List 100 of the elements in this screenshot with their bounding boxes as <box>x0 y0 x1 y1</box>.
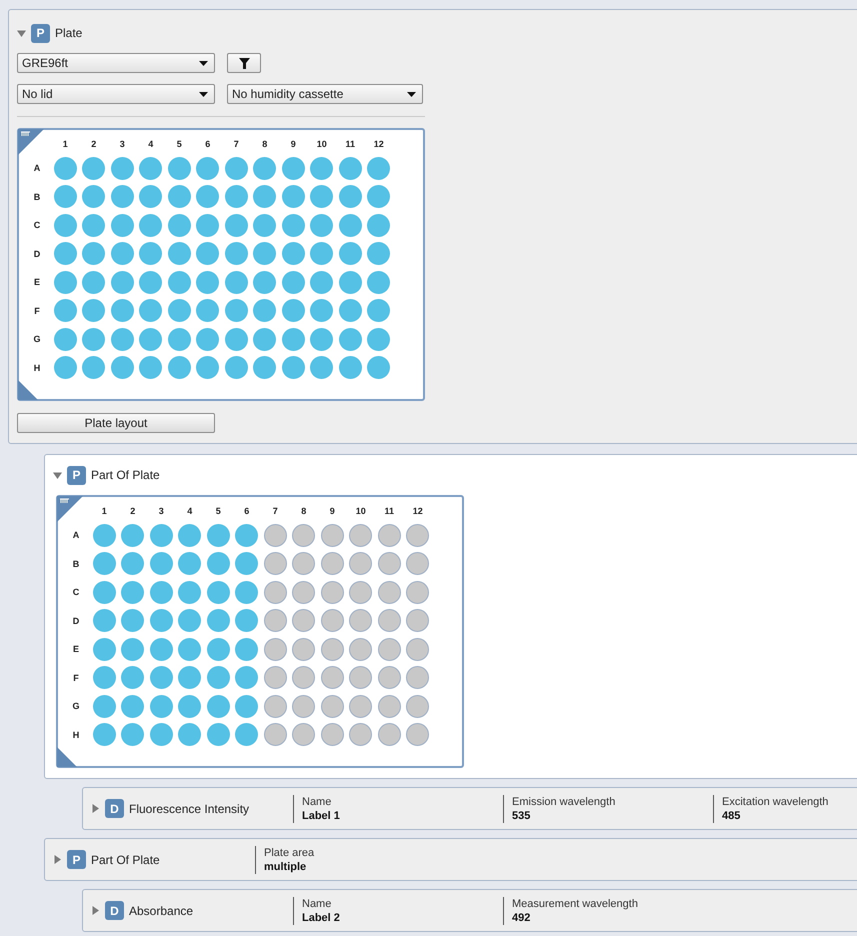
well[interactable] <box>264 638 287 661</box>
well[interactable] <box>150 666 173 690</box>
step-row[interactable]: P Part Of Plate Plate area multiple <box>44 838 857 881</box>
well[interactable] <box>292 694 316 718</box>
well[interactable] <box>378 694 401 718</box>
well[interactable] <box>253 356 276 380</box>
well[interactable] <box>235 638 258 661</box>
well[interactable] <box>349 552 372 576</box>
well[interactable] <box>338 270 362 294</box>
well[interactable] <box>367 214 390 237</box>
well[interactable] <box>206 609 230 632</box>
well[interactable] <box>253 242 276 266</box>
well[interactable] <box>338 328 362 351</box>
well[interactable] <box>139 185 162 208</box>
well[interactable] <box>110 270 134 294</box>
lid-dropdown[interactable]: No lid <box>17 84 215 104</box>
well[interactable] <box>282 356 305 380</box>
well[interactable] <box>92 524 116 547</box>
well[interactable] <box>121 638 144 661</box>
well[interactable] <box>367 156 390 180</box>
well[interactable] <box>320 580 344 604</box>
plate-type-dropdown[interactable]: GRE96ft <box>17 53 215 73</box>
well[interactable] <box>235 524 258 547</box>
well[interactable] <box>121 666 144 690</box>
well[interactable] <box>168 156 191 180</box>
well[interactable] <box>292 524 316 547</box>
well[interactable] <box>349 609 372 632</box>
well[interactable] <box>196 328 220 351</box>
well[interactable] <box>349 666 372 690</box>
well[interactable] <box>338 299 362 322</box>
well[interactable] <box>224 356 248 380</box>
well[interactable] <box>253 185 276 208</box>
well[interactable] <box>235 694 258 718</box>
well[interactable] <box>406 723 430 746</box>
well[interactable] <box>121 694 144 718</box>
well[interactable] <box>406 580 430 604</box>
well[interactable] <box>367 299 390 322</box>
well[interactable] <box>282 299 305 322</box>
well[interactable] <box>206 638 230 661</box>
well[interactable] <box>82 156 106 180</box>
well[interactable] <box>406 638 430 661</box>
expand-arrow-icon[interactable] <box>91 804 100 813</box>
well[interactable] <box>378 524 401 547</box>
well[interactable] <box>139 328 162 351</box>
well[interactable] <box>139 270 162 294</box>
well[interactable] <box>82 299 106 322</box>
well[interactable] <box>82 214 106 237</box>
well[interactable] <box>82 270 106 294</box>
well[interactable] <box>139 356 162 380</box>
well[interactable] <box>320 638 344 661</box>
well[interactable] <box>282 156 305 180</box>
well[interactable] <box>367 270 390 294</box>
well[interactable] <box>206 723 230 746</box>
well[interactable] <box>224 242 248 266</box>
well[interactable] <box>178 609 202 632</box>
well[interactable] <box>196 156 220 180</box>
well[interactable] <box>54 214 77 237</box>
well[interactable] <box>92 694 116 718</box>
well[interactable] <box>168 299 191 322</box>
well[interactable] <box>92 552 116 576</box>
well[interactable] <box>196 242 220 266</box>
well[interactable] <box>92 723 116 746</box>
well[interactable] <box>320 666 344 690</box>
well[interactable] <box>282 185 305 208</box>
well[interactable] <box>196 185 220 208</box>
well[interactable] <box>92 666 116 690</box>
well[interactable] <box>253 214 276 237</box>
well[interactable] <box>406 666 430 690</box>
well[interactable] <box>196 270 220 294</box>
well[interactable] <box>139 299 162 322</box>
well[interactable] <box>235 609 258 632</box>
well[interactable] <box>282 328 305 351</box>
well[interactable] <box>264 580 287 604</box>
well[interactable] <box>121 524 144 547</box>
well[interactable] <box>235 666 258 690</box>
well[interactable] <box>206 666 230 690</box>
well[interactable] <box>178 580 202 604</box>
well[interactable] <box>338 356 362 380</box>
well[interactable] <box>224 299 248 322</box>
well[interactable] <box>54 156 77 180</box>
well[interactable] <box>206 580 230 604</box>
well[interactable] <box>110 185 134 208</box>
well[interactable] <box>310 156 334 180</box>
well[interactable] <box>349 694 372 718</box>
well[interactable] <box>235 723 258 746</box>
well[interactable] <box>338 185 362 208</box>
well[interactable] <box>338 214 362 237</box>
well[interactable] <box>224 185 248 208</box>
collapse-arrow-icon[interactable] <box>17 28 26 38</box>
well[interactable] <box>235 580 258 604</box>
well[interactable] <box>367 185 390 208</box>
well[interactable] <box>378 609 401 632</box>
well[interactable] <box>54 299 77 322</box>
humidity-dropdown[interactable]: No humidity cassette <box>227 84 423 104</box>
well[interactable] <box>378 723 401 746</box>
well[interactable] <box>253 156 276 180</box>
well[interactable] <box>292 609 316 632</box>
well[interactable] <box>320 723 344 746</box>
well[interactable] <box>150 552 173 576</box>
well[interactable] <box>168 356 191 380</box>
